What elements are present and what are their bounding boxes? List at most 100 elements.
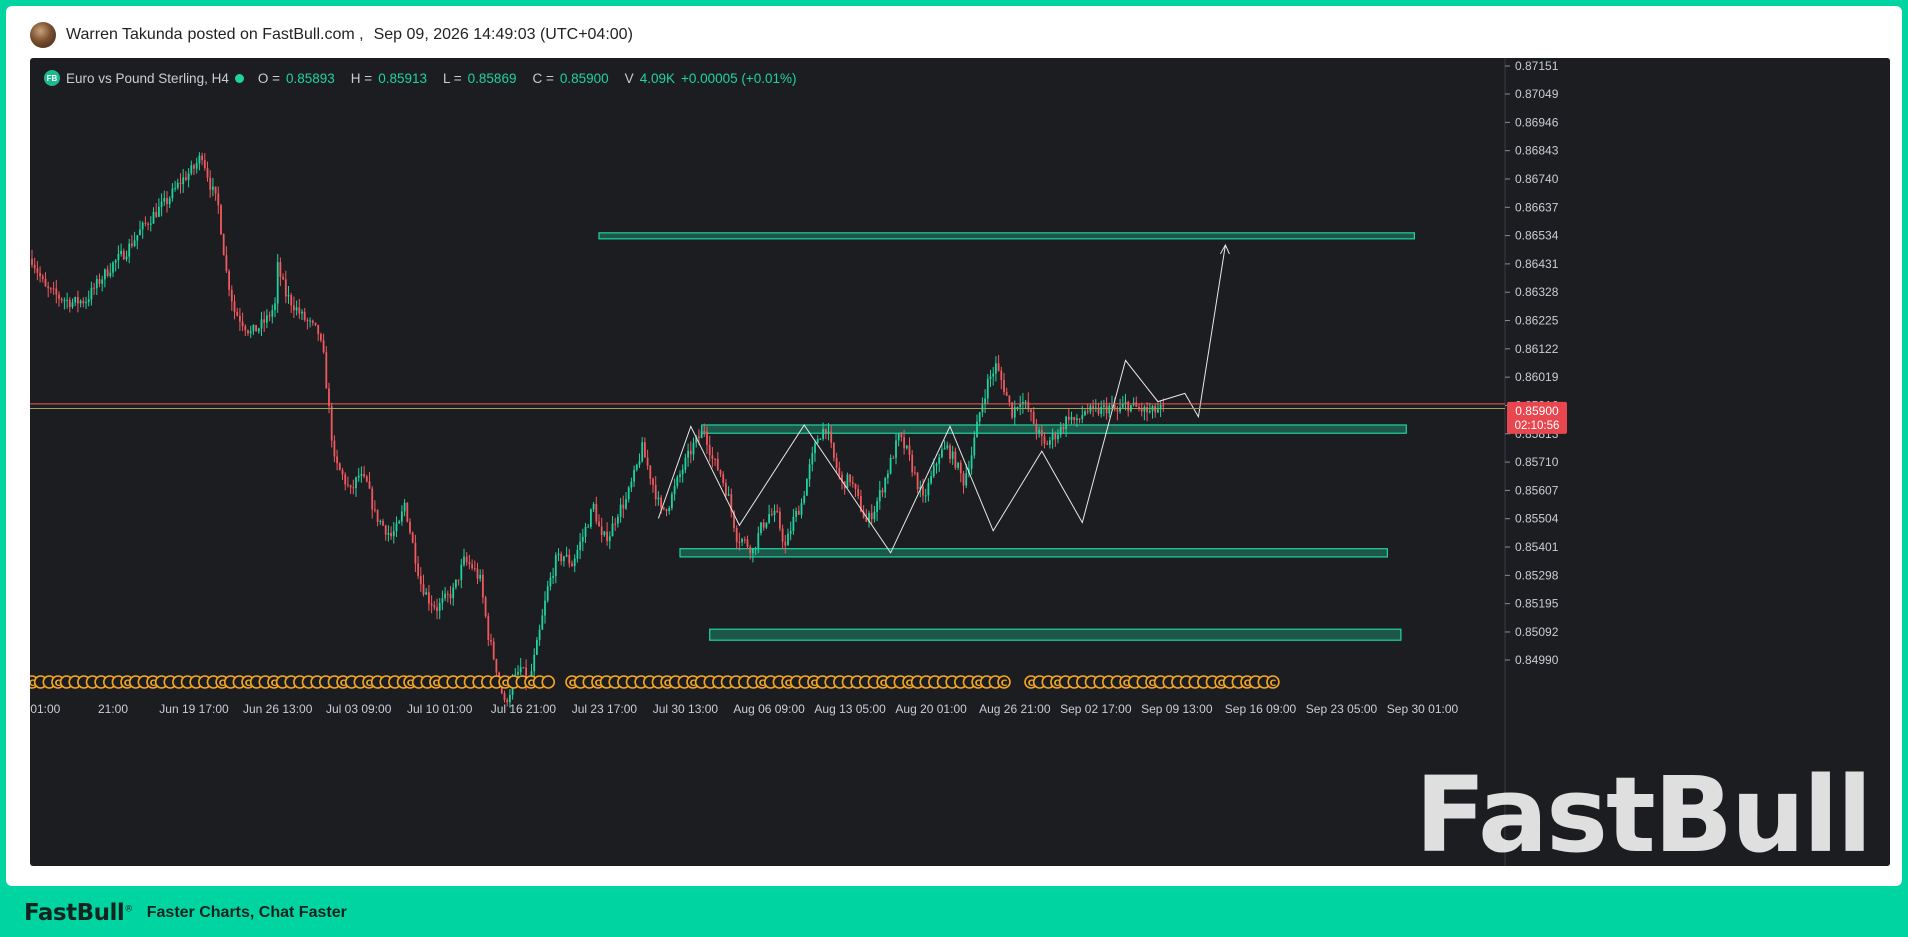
candle-body	[1076, 418, 1078, 421]
candle-body	[395, 523, 398, 532]
y-tick-label: 0.85401	[1515, 540, 1559, 554]
candle-body	[66, 299, 68, 301]
x-tick-label: Sep 09 13:00	[1141, 702, 1213, 716]
candle-body	[314, 322, 317, 325]
author-name[interactable]: Warren Takunda	[66, 26, 183, 44]
candle-body	[992, 373, 995, 377]
candle-body	[163, 198, 166, 202]
candle-body	[465, 556, 468, 563]
candle-body	[1011, 402, 1013, 418]
candle-body	[595, 504, 598, 522]
y-tick-label: 0.86225	[1515, 314, 1559, 328]
zone-upper-target	[598, 232, 1416, 240]
avatar[interactable]	[30, 22, 56, 48]
candle-body	[1035, 423, 1038, 433]
candle-body	[1146, 406, 1148, 413]
candle-body	[441, 598, 444, 603]
candle-body	[263, 319, 266, 323]
candle-body	[908, 445, 911, 455]
candle-body	[1162, 405, 1165, 407]
candle-body	[789, 530, 792, 534]
candle-body	[220, 205, 222, 235]
candle-body	[117, 253, 120, 261]
candle-body	[795, 510, 797, 517]
chart-panel[interactable]: 0.87151 0.87049 0.86946 0.86843 0.86740 0.866…	[30, 58, 1890, 866]
candle-body	[1135, 402, 1138, 407]
candle-body	[914, 472, 916, 474]
candle-body	[606, 531, 608, 542]
candle-body	[741, 539, 743, 543]
candle-body	[82, 300, 85, 304]
x-tick-label: Aug 20 01:00	[895, 702, 967, 716]
candle-body	[492, 641, 495, 660]
candle-body	[311, 320, 314, 323]
candle-body	[568, 554, 571, 564]
candle-body	[320, 334, 322, 341]
footer-brand[interactable]: FastBull®	[24, 900, 133, 926]
high-label: H =	[350, 70, 373, 86]
candle-body	[338, 463, 341, 471]
candle-body	[662, 507, 665, 510]
candle-body	[916, 472, 919, 490]
candle-body	[341, 470, 344, 475]
y-tick-label: 0.86534	[1515, 229, 1559, 243]
candle-body	[1065, 416, 1067, 430]
candle-body	[941, 449, 943, 458]
candle-body	[436, 607, 438, 611]
candle-body	[471, 564, 473, 568]
candle-body	[417, 563, 419, 576]
x-tick-label: Jul 03 09:00	[326, 702, 392, 716]
candle-body	[930, 476, 932, 484]
candle-body	[722, 474, 725, 483]
candle-body	[957, 462, 959, 468]
candle-body	[303, 311, 306, 320]
candle-body	[352, 487, 355, 489]
candle-body	[401, 511, 403, 522]
candle-body	[719, 470, 722, 475]
candle-body	[787, 533, 789, 546]
candle-body	[112, 262, 114, 273]
candle-body	[371, 488, 374, 510]
price-chart[interactable]: 0.87151 0.87049 0.86946 0.86843 0.86740 0.866…	[30, 58, 1890, 866]
candle-body	[33, 264, 36, 269]
candle-body	[600, 526, 603, 536]
y-tick-label: 0.86122	[1515, 342, 1559, 356]
candle-body	[419, 575, 422, 585]
candle-body	[581, 536, 584, 542]
candle-body	[428, 592, 430, 604]
candle-body	[455, 579, 457, 588]
candle-body	[1078, 418, 1081, 420]
candle-body	[638, 461, 641, 465]
candle-body	[1019, 404, 1022, 408]
x-tick-label: Jul 10 01:00	[407, 702, 473, 716]
y-tick-label: 0.87151	[1515, 59, 1559, 73]
candle-body	[533, 654, 536, 672]
candle-body	[473, 567, 476, 569]
candle-body	[479, 574, 482, 579]
candle-body	[851, 482, 854, 484]
candle-body	[1043, 436, 1046, 444]
candle-body	[93, 287, 95, 289]
candle-body	[168, 198, 171, 205]
candle-body	[1108, 405, 1111, 414]
symbol-name[interactable]: Euro vs Pound Sterling, H4	[66, 71, 229, 86]
candle-body	[684, 457, 687, 470]
x-tick-label: n 08 01:00	[30, 702, 61, 716]
candle-body	[924, 495, 927, 497]
candle-body	[336, 456, 338, 464]
candle-body	[206, 167, 209, 178]
candle-body	[878, 490, 881, 502]
candle-body	[725, 482, 727, 496]
candle-body	[249, 331, 252, 334]
candle-body	[563, 556, 565, 562]
candle-body	[1148, 410, 1151, 413]
candle-body	[849, 474, 851, 483]
candle-body	[962, 473, 965, 486]
candle-body	[954, 451, 957, 468]
candle-body	[309, 320, 311, 322]
candle-body	[365, 476, 368, 482]
candle-body	[449, 594, 452, 599]
candle-body	[816, 438, 819, 444]
open-label: O =	[257, 70, 280, 86]
fastbull-watermark: FastBull	[1415, 754, 1872, 866]
